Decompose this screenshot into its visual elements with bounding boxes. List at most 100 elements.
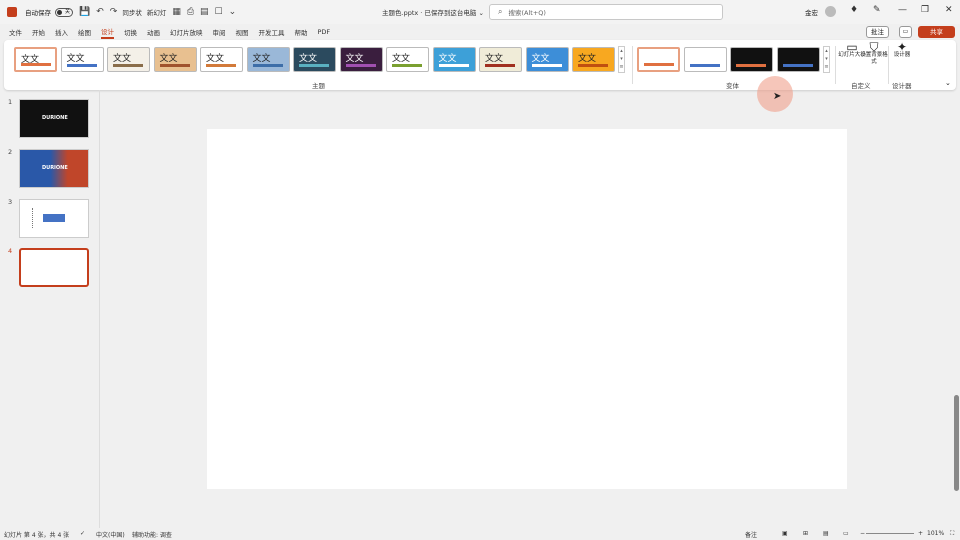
redo-icon[interactable]: ↷ [110, 7, 118, 17]
slide-thumbnail-4[interactable] [19, 248, 89, 287]
slideshow-view-icon[interactable]: ▭ [843, 530, 849, 537]
slide-thumbnail-title: DURIONE [42, 165, 68, 171]
variant-thumbnail[interactable] [730, 47, 773, 72]
tab-developer[interactable]: 开发工具 [259, 27, 285, 38]
spellcheck-icon[interactable]: ✓ [80, 530, 85, 537]
variant-color-swatch [736, 64, 766, 67]
restore-icon[interactable]: ❐ [921, 5, 929, 15]
chat-icon[interactable]: ▭ [899, 26, 912, 38]
avatar[interactable] [825, 6, 836, 17]
undo-icon[interactable]: ↶ [96, 7, 104, 17]
close-icon[interactable]: ✕ [945, 5, 953, 15]
theme-sample-text: 文文 [206, 54, 225, 64]
print-icon[interactable]: ⎙ [187, 7, 194, 17]
normal-view-icon[interactable]: ▣ [782, 530, 788, 537]
theme-thumbnail[interactable]: 文文 [339, 47, 383, 72]
tab-file[interactable]: 文件 [9, 27, 22, 38]
tab-home[interactable]: 开始 [32, 27, 45, 38]
tab-review[interactable]: 审阅 [213, 27, 226, 38]
theme-thumbnail[interactable]: 文文 [432, 47, 476, 72]
slide-canvas[interactable] [207, 129, 847, 489]
quick-access-sync[interactable]: 同步状 [122, 7, 142, 17]
customize-group-label: 自定义 [851, 82, 871, 90]
slide-thumbnail-1[interactable]: DURIONE [19, 99, 89, 138]
theme-thumbnail[interactable]: 文文 [60, 47, 104, 72]
theme-color-swatch [206, 64, 236, 67]
slide-thumbnail-2[interactable]: DURIONE [19, 149, 89, 188]
tab-pdf[interactable]: PDF [318, 28, 331, 37]
variant-thumbnail[interactable] [776, 47, 820, 72]
theme-color-swatch [66, 64, 97, 67]
quick-access-new-slide[interactable]: 新幻灯 [147, 7, 167, 17]
format-background-button[interactable]: ⛉ 设置背景格式 [860, 40, 888, 66]
slide-number: 4 [8, 247, 13, 255]
theme-color-swatch [531, 64, 562, 67]
lightbulb-icon[interactable]: ♦ [850, 5, 858, 15]
zoom-out-icon[interactable]: − [860, 530, 865, 537]
paint-bucket-icon: ⛉ [869, 40, 879, 54]
search-box[interactable]: ⌕ 搜索(Alt+Q) [489, 4, 723, 20]
theme-thumbnail[interactable]: 文文 [246, 47, 290, 72]
table-icon[interactable]: ▤ [200, 7, 209, 17]
minimize-icon[interactable]: — [898, 5, 907, 15]
theme-color-swatch [21, 63, 51, 66]
theme-sample-text: 文文 [531, 54, 550, 64]
shape-icon[interactable]: ☐ [215, 7, 223, 17]
variant-thumbnail[interactable] [637, 47, 680, 72]
sorter-view-icon[interactable]: ⊞ [803, 530, 808, 537]
ribbon-design: 文文 文文 文文 文文 文文 文文 文文 文文 文文 文文 文文 文文 文文 ▴ ▾ ≡ 主题 ▴ ▾ ≡ 变体… [4, 40, 956, 90]
tab-draw[interactable]: 绘图 [78, 27, 91, 38]
theme-thumbnail[interactable]: 文文 [293, 47, 336, 72]
notes-button[interactable]: 备注 [745, 530, 757, 539]
document-title[interactable]: 主题色.pptx · 已保存到这台电脑 ⌄ [382, 7, 484, 17]
variant-color-swatch [689, 64, 720, 67]
language-status[interactable]: 中文(中国) [96, 530, 125, 539]
format-icon[interactable]: ▦ [172, 7, 181, 17]
reading-view-icon[interactable]: ▤ [823, 530, 829, 537]
theme-thumbnail[interactable]: 文文 [14, 47, 57, 72]
vertical-scrollbar-thumb[interactable] [954, 395, 959, 491]
theme-thumbnail[interactable]: 文文 [386, 47, 429, 72]
save-icon[interactable]: 💾 [79, 7, 90, 17]
themes-group-label: 主题 [312, 82, 325, 90]
theme-thumbnail[interactable]: 文文 [572, 47, 615, 72]
theme-thumbnail[interactable]: 文文 [153, 47, 197, 72]
theme-thumbnail[interactable]: 文文 [200, 47, 243, 72]
collapse-ribbon-icon[interactable]: ⌄ [945, 79, 951, 87]
title-bar: 自动保存 关 💾 ↶ ↷ 同步状 新幻灯 ▦ ⎙ ▤ ☐ ⌄ 主题色.pptx … [0, 0, 960, 24]
share-button[interactable]: 共享 [918, 26, 955, 38]
tab-view[interactable]: 视图 [236, 27, 249, 38]
tab-insert[interactable]: 插入 [55, 27, 68, 38]
pen-icon[interactable]: ✎ [873, 5, 881, 15]
slide-info: 幻灯片 第 4 张，共 4 张 [4, 532, 70, 539]
tab-help[interactable]: 帮助 [295, 27, 308, 38]
slide-thumbnail-text-lines [32, 208, 34, 228]
comment-button[interactable]: 批注 [866, 26, 889, 38]
theme-thumbnail[interactable]: 文文 [479, 47, 522, 72]
more-icon[interactable]: ⌄ [229, 7, 237, 17]
theme-thumbnail[interactable]: 文文 [525, 47, 569, 72]
fit-to-window-icon[interactable]: ⛶ [950, 530, 954, 538]
slide-thumbnail-3[interactable] [19, 199, 89, 238]
accessibility-status[interactable]: 辅助功能: 调查 [132, 530, 172, 539]
theme-sample-text: 文文 [113, 54, 132, 64]
variant-color-swatch [782, 64, 813, 67]
variant-gallery-scroll[interactable]: ▴ ▾ ≡ [823, 46, 830, 73]
theme-sample-text: 文文 [392, 54, 411, 64]
variant-thumbnail[interactable] [683, 47, 727, 72]
theme-thumbnail[interactable]: 文文 [107, 47, 150, 72]
autosave-toggle[interactable]: 关 [55, 7, 73, 17]
theme-sample-text: 文文 [438, 54, 457, 64]
theme-gallery-scroll[interactable]: ▴ ▾ ≡ [618, 46, 625, 73]
tab-transitions[interactable]: 切换 [124, 27, 137, 38]
tab-design[interactable]: 设计 [101, 26, 114, 39]
designer-icon: ✦ [896, 40, 908, 54]
theme-sample-text: 文文 [345, 54, 364, 64]
user-name[interactable]: 金宏 [805, 7, 818, 17]
tab-animations[interactable]: 动画 [147, 27, 160, 38]
zoom-level[interactable]: 101% [927, 530, 944, 537]
zoom-slider[interactable] [866, 533, 914, 534]
tab-slideshow[interactable]: 幻灯片放映 [170, 27, 203, 38]
zoom-in-icon[interactable]: + [918, 530, 923, 537]
designer-button[interactable]: ✦ 设计器 [888, 40, 916, 59]
